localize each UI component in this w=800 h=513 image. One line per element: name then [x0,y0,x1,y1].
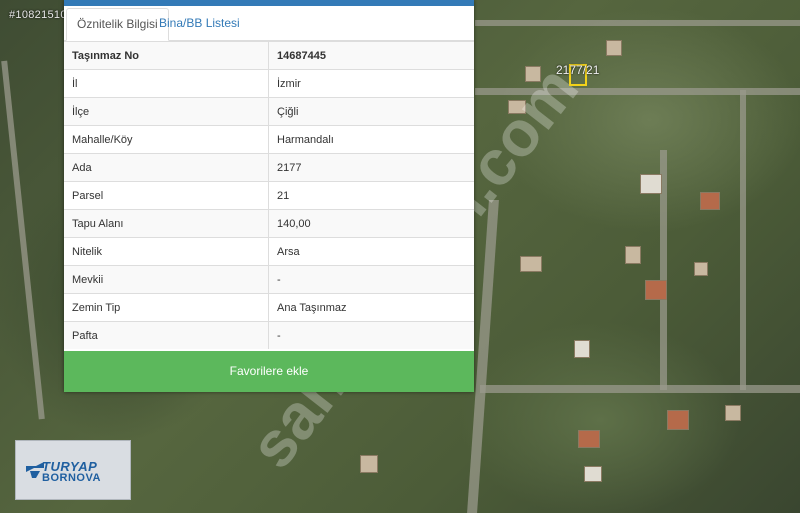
attribute-key: Mahalle/Köy [64,125,269,154]
map-building [606,40,622,56]
parcel-label: 2177/21 [556,63,600,77]
map-road [1,60,45,420]
table-row: Mahalle/Köy Harmandalı [64,125,474,154]
table-row: Nitelik Arsa [64,237,474,266]
table-row: Mevkii - [64,265,474,294]
map-building [700,192,720,210]
map-road [475,20,800,26]
map-building [574,340,590,358]
attribute-key: Nitelik [64,237,269,266]
map-building [725,405,741,421]
table-row: İlçe Çiğli [64,97,474,126]
table-row: İl İzmir [64,69,474,98]
table-row: Ada 2177 [64,153,474,182]
map-building [640,174,662,194]
agency-logo: TURYAP BORNOVA [15,440,131,500]
attribute-value: - [268,321,474,349]
map-building [694,262,708,276]
add-favorites-button[interactable]: Favorilere ekle [64,351,474,392]
map-building [578,430,600,448]
map-building [584,466,602,482]
logo-text-bornova: BORNOVA [42,472,101,484]
attribute-value: 21 [268,181,474,210]
panel-tabs: Öznitelik Bilgisi Bina/BB Listesi [64,6,474,41]
table-row: Parsel 21 [64,181,474,210]
attribute-key: Tapu Alanı [64,209,269,238]
map-building [625,246,641,264]
attribute-key: İl [64,69,269,98]
attribute-value: Arsa [268,237,474,266]
tab-building-list[interactable]: Bina/BB Listesi [149,8,250,39]
attribute-value: - [268,265,474,294]
attribute-value: Ana Taşınmaz [268,293,474,322]
attribute-key: Pafta [64,321,269,349]
map-building [360,455,378,473]
attribute-value: 14687445 [268,41,474,70]
table-row: Zemin Tip Ana Taşınmaz [64,293,474,322]
attribute-key: Mevkii [64,265,269,294]
attribute-value: 140,00 [268,209,474,238]
map-road [740,90,746,390]
map-building [645,280,667,300]
attribute-key: Taşınmaz No [64,41,269,70]
attribute-value: Harmandalı [268,125,474,154]
map-building [520,256,542,272]
attribute-table: Taşınmaz No 14687445 İl İzmir İlçe Çiğli Mahal… [64,41,474,349]
table-row: Taşınmaz No 14687445 [64,41,474,70]
attribute-key: İlçe [64,97,269,126]
attribute-value: 2177 [268,153,474,182]
attribute-value: İzmir [268,69,474,98]
attribute-value: Çiğli [268,97,474,126]
attribute-key: Ada [64,153,269,182]
attribute-key: Parsel [64,181,269,210]
attribute-key: Zemin Tip [64,293,269,322]
parcel-info-panel: Öznitelik Bilgisi Bina/BB Listesi Taşınm… [64,0,474,392]
table-row: Pafta - [64,321,474,349]
map-road [480,385,800,393]
table-row: Tapu Alanı 140,00 [64,209,474,238]
map-building [667,410,689,430]
